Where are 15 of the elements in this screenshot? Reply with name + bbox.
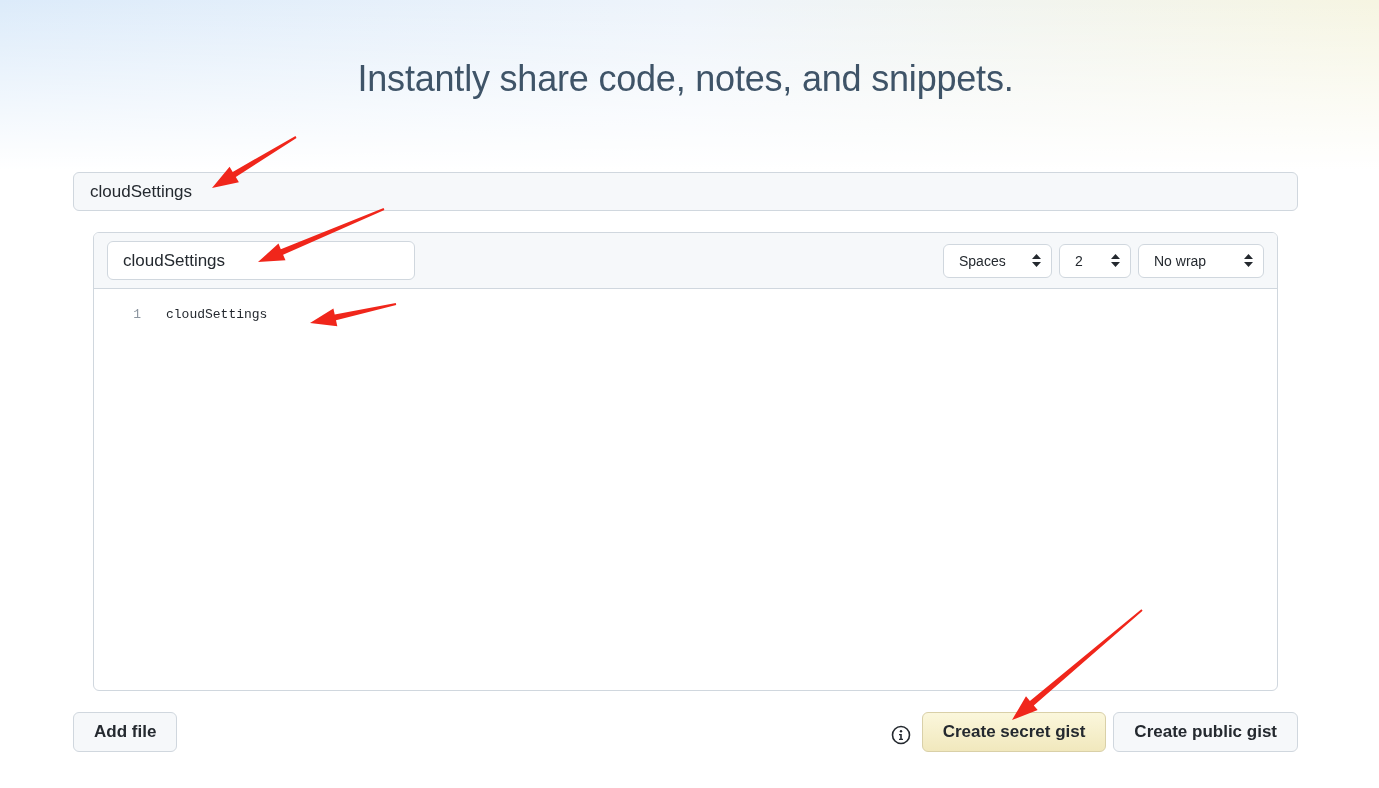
add-file-button[interactable]: Add file — [73, 712, 178, 752]
wrap-mode-select[interactable]: No wrap — [1138, 243, 1264, 278]
page-title: Instantly share code, notes, and snippets. — [356, 58, 1015, 101]
create-public-button[interactable]: Create public gist — [1113, 712, 1298, 752]
line-number: 1 — [132, 307, 141, 322]
indent-size-select[interactable]: 2 — [1059, 243, 1131, 278]
sort-caret-icon — [1244, 254, 1253, 267]
sort-caret-icon — [1032, 254, 1041, 267]
code-line: cloudSettings — [166, 307, 268, 322]
filename-field[interactable]: cloudSettings — [107, 241, 415, 280]
description-field[interactable]: cloudSettings — [73, 172, 1298, 211]
create-secret-button[interactable]: Create secret gist — [921, 712, 1107, 752]
sort-caret-icon — [1111, 254, 1120, 267]
indent-mode-select[interactable]: Spaces — [943, 243, 1052, 278]
info-icon[interactable] — [890, 725, 911, 745]
